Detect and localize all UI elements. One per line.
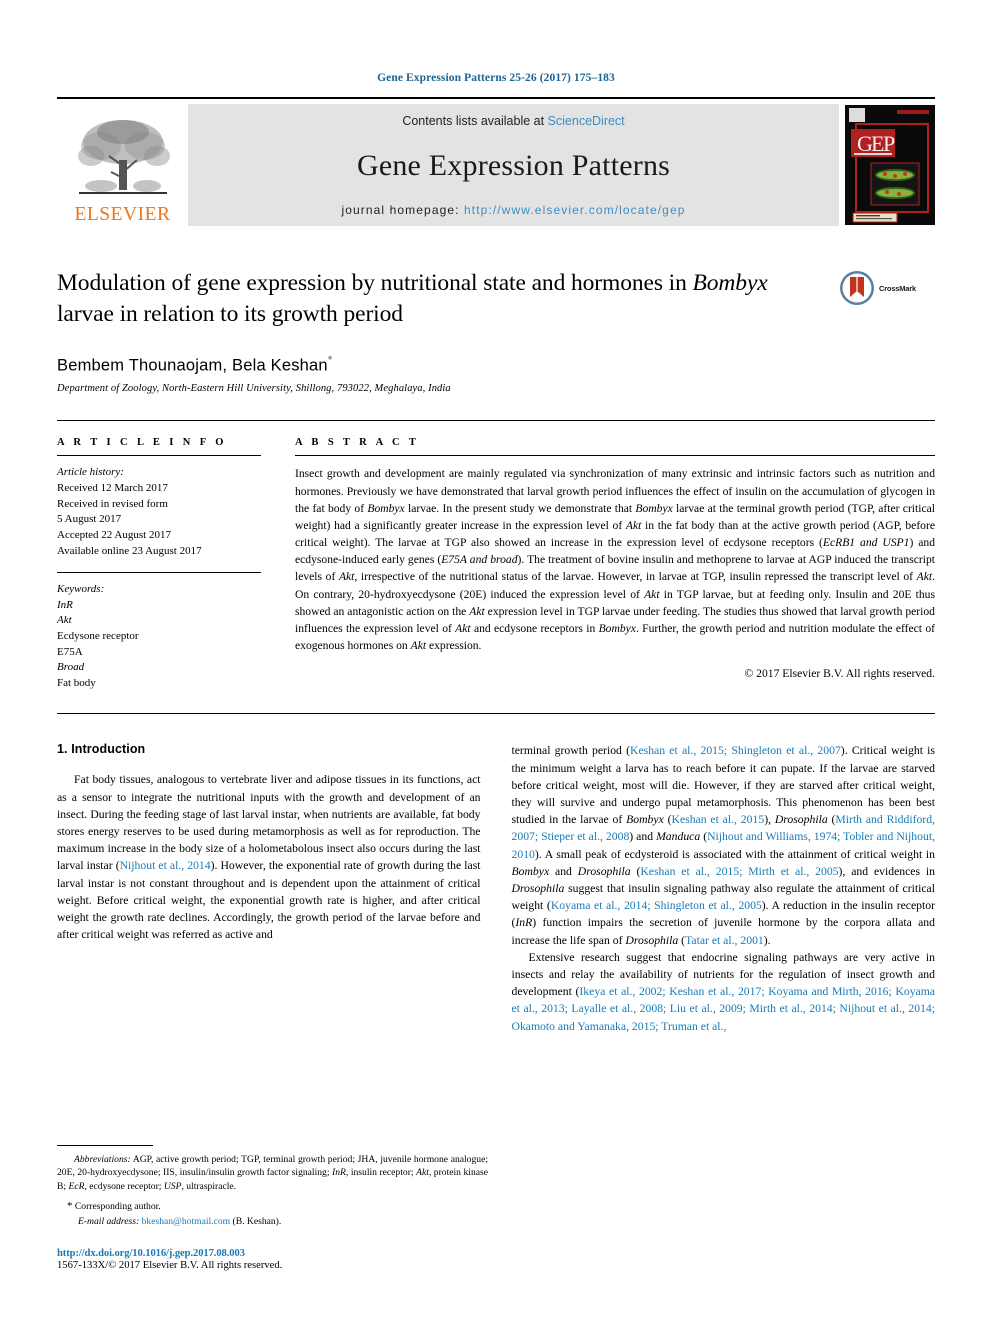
body-column-right: terminal growth period (Keshan et al., 2…: [512, 742, 936, 1034]
history-item: Received in revised form: [57, 497, 168, 510]
keywords-label: Keywords:: [57, 583, 105, 596]
author-names: Bembem Thounaojam, Bela Keshan: [57, 356, 328, 375]
history-item: Accepted 22 August 2017: [57, 528, 171, 541]
intro-paragraph-right-1: terminal growth period (Keshan et al., 2…: [511, 744, 936, 947]
issn-copyright-line: 1567-133X/© 2017 Elsevier B.V. All right…: [57, 1260, 283, 1271]
abstract-heading: A B S T R A C T: [295, 437, 420, 449]
keyword-item: Fat body: [57, 676, 96, 689]
title-text-container: Modulation of gene expression by nutriti…: [57, 268, 839, 394]
article-title-line2: larvae in relation to its growth period: [57, 301, 403, 328]
keywords-rule: [57, 572, 261, 574]
journal-title: Gene Expression Patterns: [356, 148, 671, 182]
body-column-left: 1. Introduction Fat body tissues, analog…: [57, 742, 481, 1034]
abstract-column: A B S T R A C T Insect growth and develo…: [295, 437, 935, 691]
intro-paragraph-left: Fat body tissues, analogous to vertebrat…: [57, 773, 481, 942]
crossmark-label: CrossMark: [879, 283, 916, 293]
body-columns: 1. Introduction Fat body tissues, analog…: [57, 742, 935, 1034]
doi-block: http://dx.doi.org/10.1016/j.gep.2017.08.…: [57, 1248, 488, 1271]
email-suffix: (B. Keshan).: [232, 1216, 282, 1228]
article-info-heading: A R T I C L E I N F O: [57, 437, 227, 449]
page-title: Modulation of gene expression by nutriti…: [57, 268, 823, 331]
crossmark-badge[interactable]: CrossMark: [839, 268, 935, 306]
abbreviations-note: Abbreviations: AGP, active growth period…: [57, 1153, 488, 1192]
header-divider: [57, 97, 935, 99]
journal-homepage-line: journal homepage: http://www.elsevier.co…: [341, 203, 685, 217]
history-item: 5 August 2017: [57, 513, 122, 526]
title-block: Modulation of gene expression by nutriti…: [57, 268, 935, 394]
keyword-item: Ecdysone receptor: [57, 629, 139, 642]
footnote-rule: [57, 1144, 153, 1146]
keyword-item: Broad: [57, 661, 85, 674]
history-item: Available online 23 August 2017: [57, 544, 202, 557]
email-label: E-mail address:: [78, 1216, 140, 1228]
history-item: Received 12 March 2017: [57, 482, 168, 495]
publisher-logo: ELSEVIER: [57, 104, 188, 226]
keyword-item: Akt: [57, 614, 72, 627]
contents-prefix: Contents lists available at: [402, 114, 548, 128]
article-info-rule: [57, 455, 261, 457]
cover-thumbnail-container: G E P: [839, 104, 935, 226]
journal-cover-thumbnail-icon: G E P: [845, 105, 935, 225]
article-history-block: Article history: Received 12 March 2017 …: [57, 465, 261, 559]
article-title-line1: Modulation of gene expression by nutriti…: [57, 270, 687, 296]
article-first-page: Gene Expression Patterns 25-26 (2017) 17…: [0, 0, 992, 1323]
sciencedirect-link[interactable]: ScienceDirect: [548, 114, 625, 128]
footnote-block: Abbreviations: AGP, active growth period…: [57, 1144, 488, 1271]
info-abstract-row: A R T I C L E I N F O Article history: R…: [57, 437, 935, 691]
elsevier-wordmark: ELSEVIER: [74, 203, 171, 225]
keyword-item: E75A: [57, 645, 83, 658]
homepage-prefix: journal homepage:: [341, 203, 465, 217]
email-note: E-mail address: bkeshan@hotmail.com (B. …: [57, 1215, 488, 1229]
doi-link[interactable]: http://dx.doi.org/10.1016/j.gep.2017.08.…: [57, 1248, 488, 1259]
running-head: Gene Expression Patterns 25-26 (2017) 17…: [377, 72, 615, 84]
keyword-item: InR: [57, 598, 73, 611]
abstract-rule: [295, 455, 935, 457]
article-info-column: A R T I C L E I N F O Article history: R…: [57, 437, 295, 691]
intro-paragraph-right-2: Extensive research suggest that endocrin…: [511, 950, 936, 1033]
banner-center: Contents lists available at ScienceDirec…: [188, 104, 839, 226]
journal-banner: ELSEVIER Contents lists available at Sci…: [57, 104, 935, 226]
corresponding-author-marker[interactable]: *: [328, 353, 333, 367]
elsevier-tree-icon: [77, 119, 170, 194]
info-abstract-top-rule: [57, 420, 935, 422]
crossmark-icon: [840, 271, 874, 305]
author-list: Bembem Thounaojam, Bela Keshan*: [57, 353, 823, 376]
section-heading-introduction: 1. Introduction: [57, 742, 146, 757]
corresponding-author-note: * Corresponding author.: [57, 1199, 488, 1215]
journal-homepage-link[interactable]: http://www.elsevier.com/locate/gep: [464, 203, 686, 217]
affiliation: Department of Zoology, North-Eastern Hil…: [57, 383, 451, 395]
abstract-text: Insect growth and development are mainly…: [295, 467, 936, 653]
keywords-block: Keywords: InR Akt Ecdysone receptor E75A…: [57, 582, 261, 691]
contents-available-line: Contents lists available at ScienceDirec…: [402, 114, 624, 128]
copyright-line: © 2017 Elsevier B.V. All rights reserved…: [744, 667, 935, 681]
svg-text:P: P: [883, 131, 895, 156]
corresponding-star: *: [67, 1200, 73, 1213]
article-title-species: Bombyx: [692, 270, 768, 296]
abstract-bottom-rule: [57, 713, 935, 715]
email-link[interactable]: bkeshan@hotmail.com: [142, 1216, 231, 1227]
corresponding-text: Corresponding author.: [74, 1201, 161, 1213]
article-history-label: Article history:: [57, 466, 124, 479]
